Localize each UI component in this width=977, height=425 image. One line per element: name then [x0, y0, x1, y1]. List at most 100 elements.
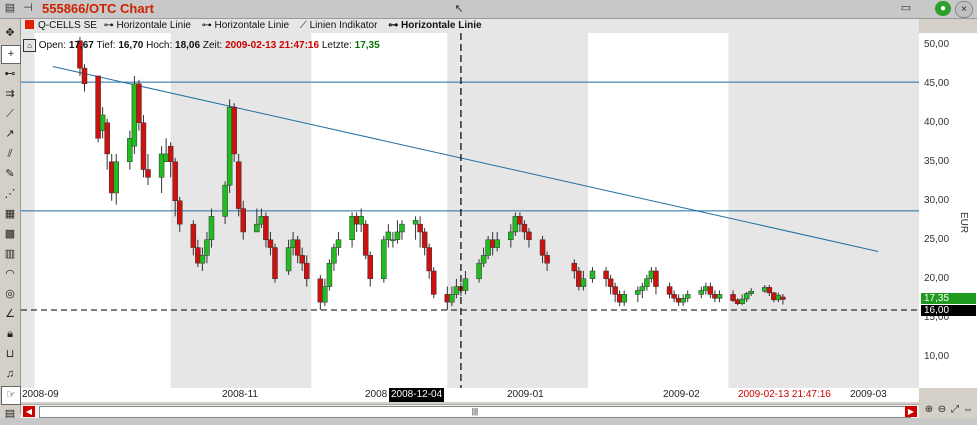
title-bar: ▤ ⊣ 555866/OTC Chart ↖ ▭ ● × — [0, 0, 977, 19]
crosshair-move-icon[interactable]: ✥ — [1, 25, 19, 42]
close-button[interactable]: × — [955, 1, 973, 18]
y-tick-label: 50,00 — [924, 38, 950, 50]
info-icon: ⌂ — [23, 39, 36, 52]
candle-body — [521, 223, 528, 233]
fit-icon[interactable]: ⤢ — [949, 404, 961, 416]
candle-body — [780, 296, 786, 300]
legend-item-1[interactable]: ⊶ Horizontale Linie — [104, 20, 195, 31]
scroll-left-icon[interactable]: ◀ — [23, 406, 35, 417]
candle-body — [226, 106, 233, 186]
candle-body — [222, 184, 228, 217]
candle-body — [666, 286, 673, 295]
candle-body — [480, 255, 487, 264]
zoom-out-icon[interactable]: ⊖ — [936, 404, 948, 416]
candle-body — [539, 239, 546, 256]
candle-body — [716, 294, 723, 299]
pencil-icon[interactable]: ✎ — [1, 166, 19, 183]
spiral-icon[interactable]: ◎ — [1, 286, 19, 303]
legend-item-4[interactable]: ⊶ Horizontale Linie — [388, 20, 485, 31]
trendline-icon[interactable]: ⟋ — [1, 106, 19, 123]
candle-body — [235, 161, 242, 209]
fan-lines-icon[interactable]: ⋰ — [1, 186, 19, 203]
open-value: 17,67 — [68, 40, 94, 51]
candle-body — [476, 262, 482, 280]
candle-body — [145, 169, 151, 178]
candle-body — [748, 291, 754, 294]
candle-body — [358, 216, 364, 225]
candle-body — [172, 161, 178, 201]
y-tick-label: 25,00 — [924, 233, 950, 245]
legend-instrument[interactable]: Q-CELLS SE — [38, 20, 97, 31]
candle-body — [299, 255, 305, 264]
window-menu-icon[interactable]: ▤ — [2, 1, 18, 16]
candle-body — [766, 287, 773, 294]
crosshair-icon[interactable]: + — [1, 45, 21, 64]
candle — [235, 153, 242, 217]
last-price-tag: 17,35 — [921, 293, 976, 304]
hand-icon[interactable]: ☞ — [1, 386, 21, 405]
bars-icon[interactable]: ▥ — [1, 246, 19, 263]
magnet-icon[interactable]: ⊔ — [1, 346, 19, 363]
candle-body — [607, 278, 614, 287]
candle-body — [675, 298, 682, 303]
candle-body — [385, 231, 392, 241]
candle-body — [285, 247, 292, 272]
ray-line-icon[interactable]: ↗ — [1, 126, 19, 143]
lock-icon[interactable]: 🔒︎ — [1, 326, 19, 343]
grid-icon[interactable]: ▩ — [1, 226, 19, 243]
candle-body — [140, 122, 147, 170]
candle-body — [412, 220, 419, 225]
candlestick-chart[interactable] — [21, 33, 919, 388]
pin-icon[interactable]: ⊣ — [20, 1, 36, 16]
restore-icon[interactable]: ▭ — [898, 1, 914, 16]
candle-body — [163, 153, 169, 162]
expand-icon[interactable]: ⇔ — [962, 404, 974, 416]
y-tick-label: 30,00 — [924, 194, 950, 206]
candle — [226, 99, 233, 193]
scroll-right-icon[interactable]: ▶ — [905, 406, 917, 417]
parallel-lines-icon[interactable]: ⫽ — [1, 146, 19, 163]
candle — [430, 267, 437, 299]
scroll-thumb[interactable]: ||| — [39, 406, 911, 418]
candle-body — [635, 290, 641, 295]
candle-body — [99, 114, 106, 131]
candle-body — [240, 208, 246, 233]
chart-area[interactable] — [21, 33, 919, 393]
y-tick-label: 20,00 — [924, 272, 950, 284]
candle-body — [421, 231, 428, 248]
candle-body — [580, 278, 587, 287]
candle-body — [326, 262, 333, 287]
time-axis[interactable]: 2008-09 2008-11 2008 2008-12-04 2009-01 … — [21, 388, 919, 402]
candle-body — [453, 286, 460, 295]
bell-icon[interactable]: ♫ — [1, 366, 19, 383]
candle-body — [684, 294, 691, 299]
candle-body — [199, 255, 206, 264]
candle-body — [494, 239, 500, 248]
legend-item-3[interactable]: ⟋ Linien Indikator — [300, 20, 382, 31]
candle-body — [417, 223, 423, 233]
x-label-dec: 2008 — [365, 389, 388, 400]
candle-body — [698, 290, 705, 295]
candle-body — [131, 83, 138, 147]
x-label-mar: 2009-03 — [850, 389, 887, 400]
candle-body — [571, 262, 578, 272]
channel-line-icon[interactable]: ⇉ — [1, 86, 19, 103]
status-light-icon[interactable]: ● — [935, 1, 951, 16]
arc-icon[interactable]: ◠ — [1, 266, 19, 283]
legend-item-2[interactable]: ⊶ Horizontale Linie — [202, 20, 293, 31]
time-scrollbar[interactable]: ◀ ||| ▶ — [21, 404, 919, 418]
candle-body — [258, 216, 265, 225]
instrument-color-swatch — [25, 20, 34, 30]
candle-body — [331, 247, 337, 264]
candle-body — [176, 200, 183, 225]
candle-body — [603, 270, 609, 280]
candle-body — [707, 286, 714, 295]
candle-body — [621, 294, 627, 303]
candle-body — [195, 247, 201, 264]
angle-icon[interactable]: ∠ — [1, 306, 19, 323]
candle — [140, 114, 147, 178]
zoom-in-icon[interactable]: ⊕ — [923, 404, 935, 416]
candle-body — [104, 122, 110, 155]
fibonacci-icon[interactable]: ▦ — [1, 206, 19, 223]
horizontal-line-icon[interactable]: ⊷ — [1, 66, 19, 83]
